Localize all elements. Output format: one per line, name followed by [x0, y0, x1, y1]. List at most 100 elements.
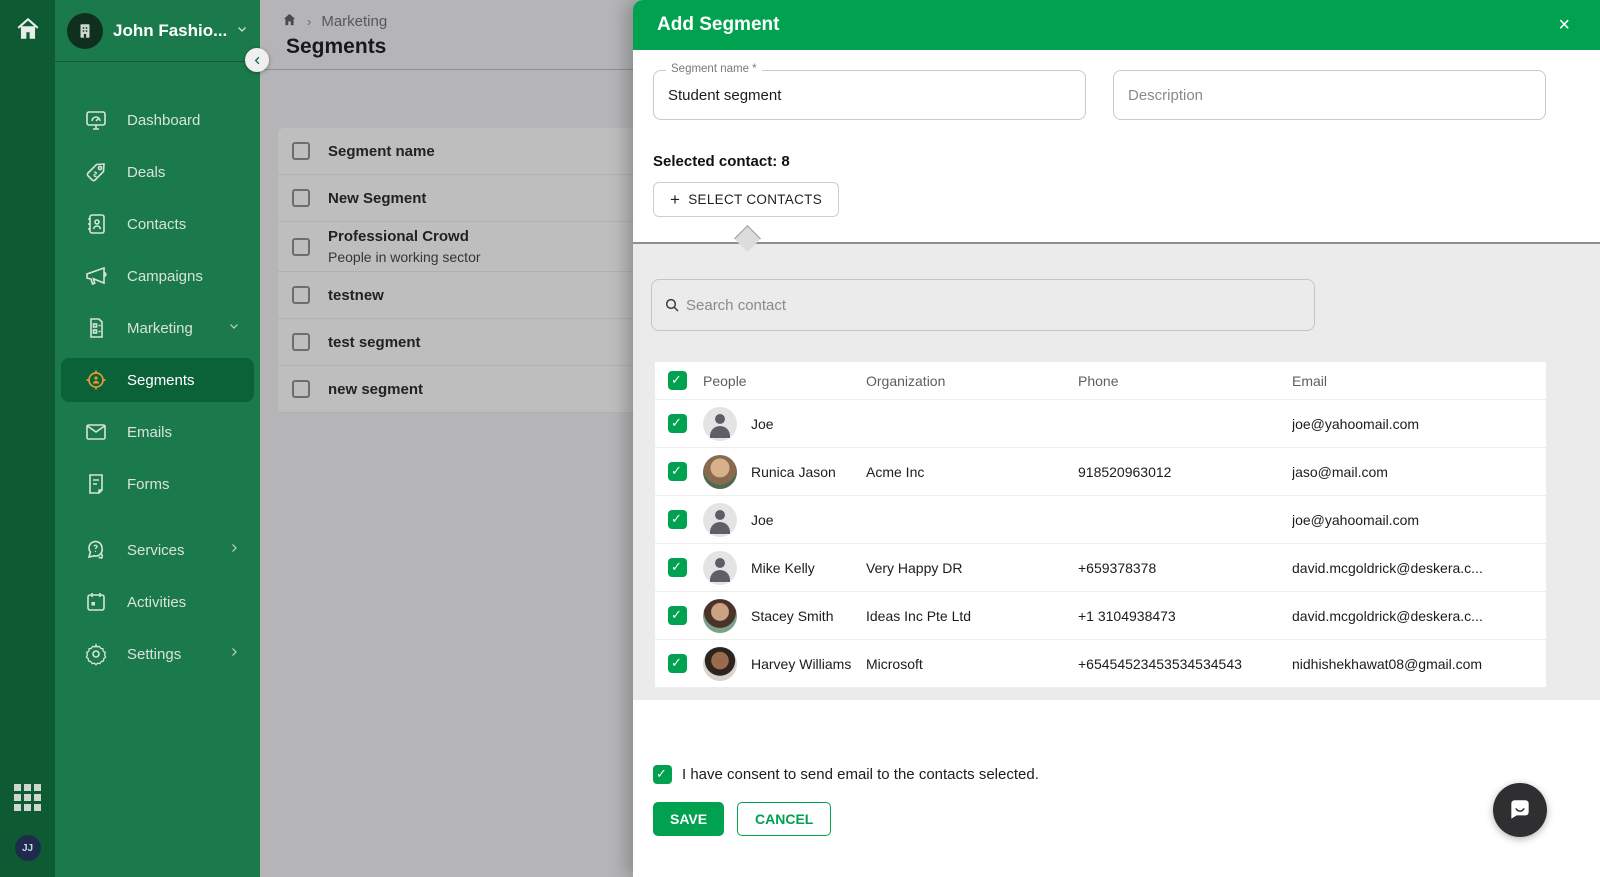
sidebar-collapse-button[interactable]: [245, 48, 269, 72]
contact-checkbox[interactable]: [668, 654, 687, 673]
cancel-button[interactable]: CANCEL: [737, 802, 832, 836]
dashboard-icon: [83, 107, 109, 133]
person-silhouette-avatar: [703, 550, 737, 585]
contacts-table-header: People Organization Phone Email: [655, 362, 1546, 400]
search-icon: [665, 298, 679, 312]
contact-phone: 918520963012: [1078, 463, 1172, 480]
contact-email: joe@yahoomail.com: [1292, 415, 1420, 432]
sidebar-item-label: Contacts: [127, 215, 187, 233]
contact-checkbox[interactable]: [668, 606, 687, 625]
segments-target-icon: [83, 367, 109, 393]
chevron-right-icon: [228, 541, 240, 559]
sidebar-item-settings[interactable]: Settings: [61, 632, 254, 676]
left-rail: JJ: [0, 0, 55, 877]
contact-phone: +65454523453534534543: [1078, 655, 1242, 672]
home-icon[interactable]: [15, 16, 41, 47]
contact-phone: +1 3104938473: [1078, 607, 1176, 624]
contact-checkbox[interactable]: [668, 510, 687, 529]
chevron-down-icon: [228, 319, 240, 337]
person-silhouette-avatar: [703, 406, 737, 441]
user-avatar[interactable]: JJ: [14, 835, 41, 861]
contacts-popover: People Organization Phone Email Joe joe@…: [633, 242, 1600, 700]
description-field[interactable]: [1113, 70, 1546, 120]
activities-calendar-icon: [83, 589, 109, 615]
forms-page-icon: [83, 471, 109, 497]
sidebar-item-label: Dashboard: [127, 111, 201, 129]
workspace-name: John Fashio...: [113, 20, 228, 40]
contact-row[interactable]: Mike Kelly Very Happy DR +659378378 davi…: [655, 544, 1546, 592]
contact-checkbox[interactable]: [668, 462, 687, 481]
chevron-right-icon: [228, 645, 240, 663]
sidebar-item-dashboard[interactable]: Dashboard: [61, 98, 254, 142]
contact-name: Joe: [751, 415, 774, 432]
contact-org: Acme Inc: [866, 463, 925, 480]
sidebar-item-forms[interactable]: Forms: [61, 462, 254, 506]
contact-org: Microsoft: [866, 655, 923, 672]
segment-name-field[interactable]: Segment name *: [653, 63, 1086, 120]
contacts-table: People Organization Phone Email Joe joe@…: [655, 362, 1546, 688]
sidebar-item-label: Deals: [127, 163, 166, 181]
chat-bubble-icon: [1511, 800, 1529, 819]
sidebar-item-segments[interactable]: Segments: [61, 358, 254, 402]
contact-email: joe@yahoomail.com: [1292, 511, 1420, 528]
contact-name: Harvey Williams: [751, 655, 852, 672]
sidebar-item-label: Forms: [127, 475, 170, 493]
column-header-phone: Phone: [1078, 372, 1119, 389]
sidebar-item-campaigns[interactable]: Campaigns: [61, 254, 254, 298]
contact-search-box[interactable]: [651, 279, 1315, 331]
contact-row[interactable]: Stacey Smith Ideas Inc Pte Ltd +1 310493…: [655, 592, 1546, 640]
column-header-email: Email: [1292, 372, 1328, 389]
segment-name-input[interactable]: [668, 71, 1075, 119]
column-header-people: People: [703, 372, 747, 389]
contact-email: david.mcgoldrick@deskera.c...: [1292, 559, 1483, 576]
select-all-contacts-checkbox[interactable]: [668, 371, 687, 390]
select-contacts-button[interactable]: + SELECT CONTACTS: [653, 182, 840, 217]
contact-photo-avatar: [703, 598, 737, 633]
sidebar-item-contacts[interactable]: Contacts: [61, 202, 254, 246]
contact-email: jaso@mail.com: [1292, 463, 1388, 480]
sidebar-item-label: Settings: [127, 645, 182, 663]
app-root: JJ John Fashio... Dashboard Deals Contac…: [0, 0, 1600, 877]
building-icon: [67, 12, 103, 49]
save-button[interactable]: SAVE: [653, 802, 725, 836]
contact-row[interactable]: Harvey Williams Microsoft +6545452345353…: [655, 640, 1546, 688]
plus-icon: +: [670, 189, 681, 209]
contact-phone: +659378378: [1078, 559, 1157, 576]
sidebar-item-label: Activities: [127, 593, 187, 611]
contact-checkbox[interactable]: [668, 558, 687, 577]
deals-tag-icon: [83, 159, 109, 185]
sidebar-item-services[interactable]: Services: [61, 528, 254, 572]
sidebar-item-deals[interactable]: Deals: [61, 150, 254, 194]
close-icon[interactable]: ×: [1552, 14, 1576, 37]
contact-row[interactable]: Joe joe@yahoomail.com: [655, 400, 1546, 448]
grid-apps-icon[interactable]: [14, 784, 41, 811]
contact-email: nidhishekhawat08@gmail.com: [1292, 655, 1483, 672]
contact-org: Ideas Inc Pte Ltd: [866, 607, 972, 624]
consent-checkbox[interactable]: [653, 765, 672, 784]
contact-name: Runica Jason: [751, 463, 836, 480]
contact-photo-avatar: [703, 454, 737, 489]
contact-name: Joe: [751, 511, 774, 528]
column-header-organization: Organization: [866, 372, 946, 389]
workspace-switcher[interactable]: John Fashio...: [55, 0, 260, 62]
add-segment-modal: Add Segment × Segment name * Selected co…: [633, 0, 1600, 877]
chat-widget-button[interactable]: [1493, 783, 1547, 837]
contact-row[interactable]: Runica Jason Acme Inc 918520963012 jaso@…: [655, 448, 1546, 496]
sidebar-item-label: Campaigns: [127, 267, 203, 285]
description-input[interactable]: [1128, 71, 1535, 119]
settings-gear-icon: [83, 641, 109, 667]
select-contacts-label: SELECT CONTACTS: [688, 192, 823, 207]
contact-checkbox[interactable]: [668, 414, 687, 433]
chevron-down-icon: [236, 22, 248, 40]
emails-envelope-icon: [83, 419, 109, 445]
sidebar-item-marketing[interactable]: Marketing: [61, 306, 254, 350]
contact-org: Very Happy DR: [866, 559, 963, 576]
contacts-book-icon: [83, 211, 109, 237]
services-chat-icon: [83, 537, 109, 563]
contact-row[interactable]: Joe joe@yahoomail.com: [655, 496, 1546, 544]
sidebar-item-activities[interactable]: Activities: [61, 580, 254, 624]
contact-name: Mike Kelly: [751, 559, 815, 576]
marketing-doc-icon: [83, 315, 109, 341]
contact-search-input[interactable]: [686, 296, 1302, 314]
sidebar-item-emails[interactable]: Emails: [61, 410, 254, 454]
